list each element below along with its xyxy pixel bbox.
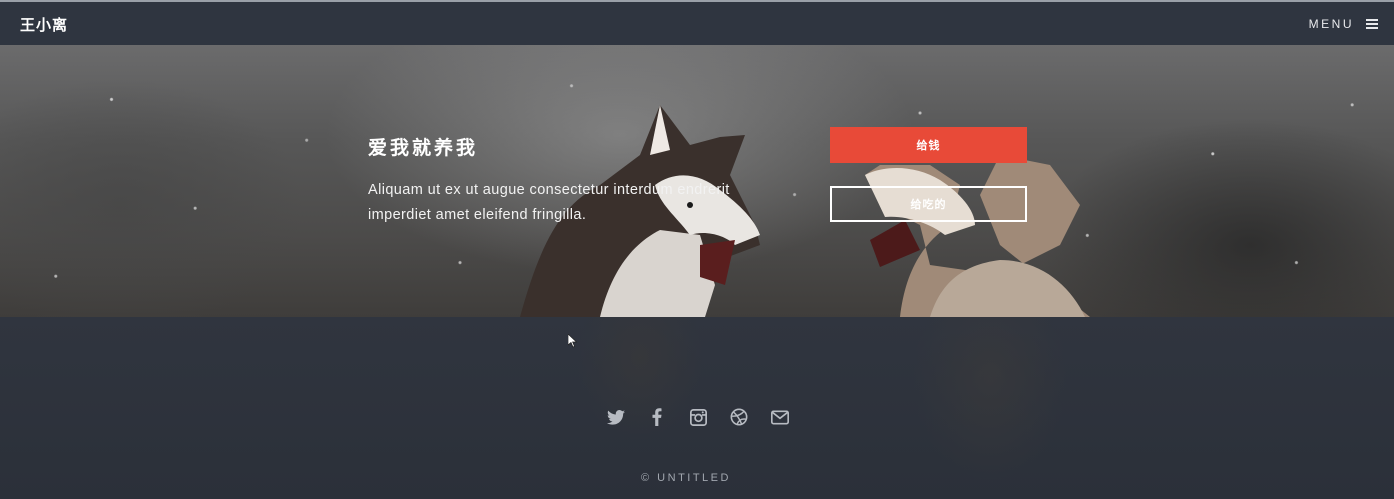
give-money-button[interactable]: 给钱 bbox=[830, 127, 1027, 163]
facebook-icon[interactable] bbox=[648, 408, 666, 426]
menu-button[interactable]: MENU bbox=[1309, 13, 1378, 35]
copyright-text: © UNTITLED bbox=[641, 472, 731, 484]
right-husky-illustration bbox=[865, 155, 1090, 317]
instagram-icon[interactable] bbox=[689, 408, 707, 426]
hero-title: 爱我就养我 bbox=[368, 137, 479, 159]
footer: © UNTITLED bbox=[0, 317, 1394, 499]
header: 王小离 MENU bbox=[0, 2, 1394, 45]
mouse-cursor-icon bbox=[568, 334, 578, 348]
hero-banner: 爱我就养我 Aliquam ut ex ut augue consectetur… bbox=[0, 45, 1394, 317]
dribbble-icon[interactable] bbox=[730, 408, 748, 426]
give-food-button[interactable]: 给吃的 bbox=[830, 186, 1027, 222]
hamburger-icon bbox=[1366, 19, 1378, 29]
hero-description: Aliquam ut ex ut augue consectetur inter… bbox=[368, 182, 730, 223]
social-links bbox=[607, 408, 789, 426]
menu-label: MENU bbox=[1308, 17, 1354, 31]
twitter-icon[interactable] bbox=[607, 408, 625, 426]
page: 王小离 MENU 爱我就养我 Aliquam ut ex ut augue co… bbox=[0, 0, 1394, 499]
envelope-icon[interactable] bbox=[771, 408, 789, 426]
site-logo[interactable]: 王小离 bbox=[20, 14, 68, 35]
